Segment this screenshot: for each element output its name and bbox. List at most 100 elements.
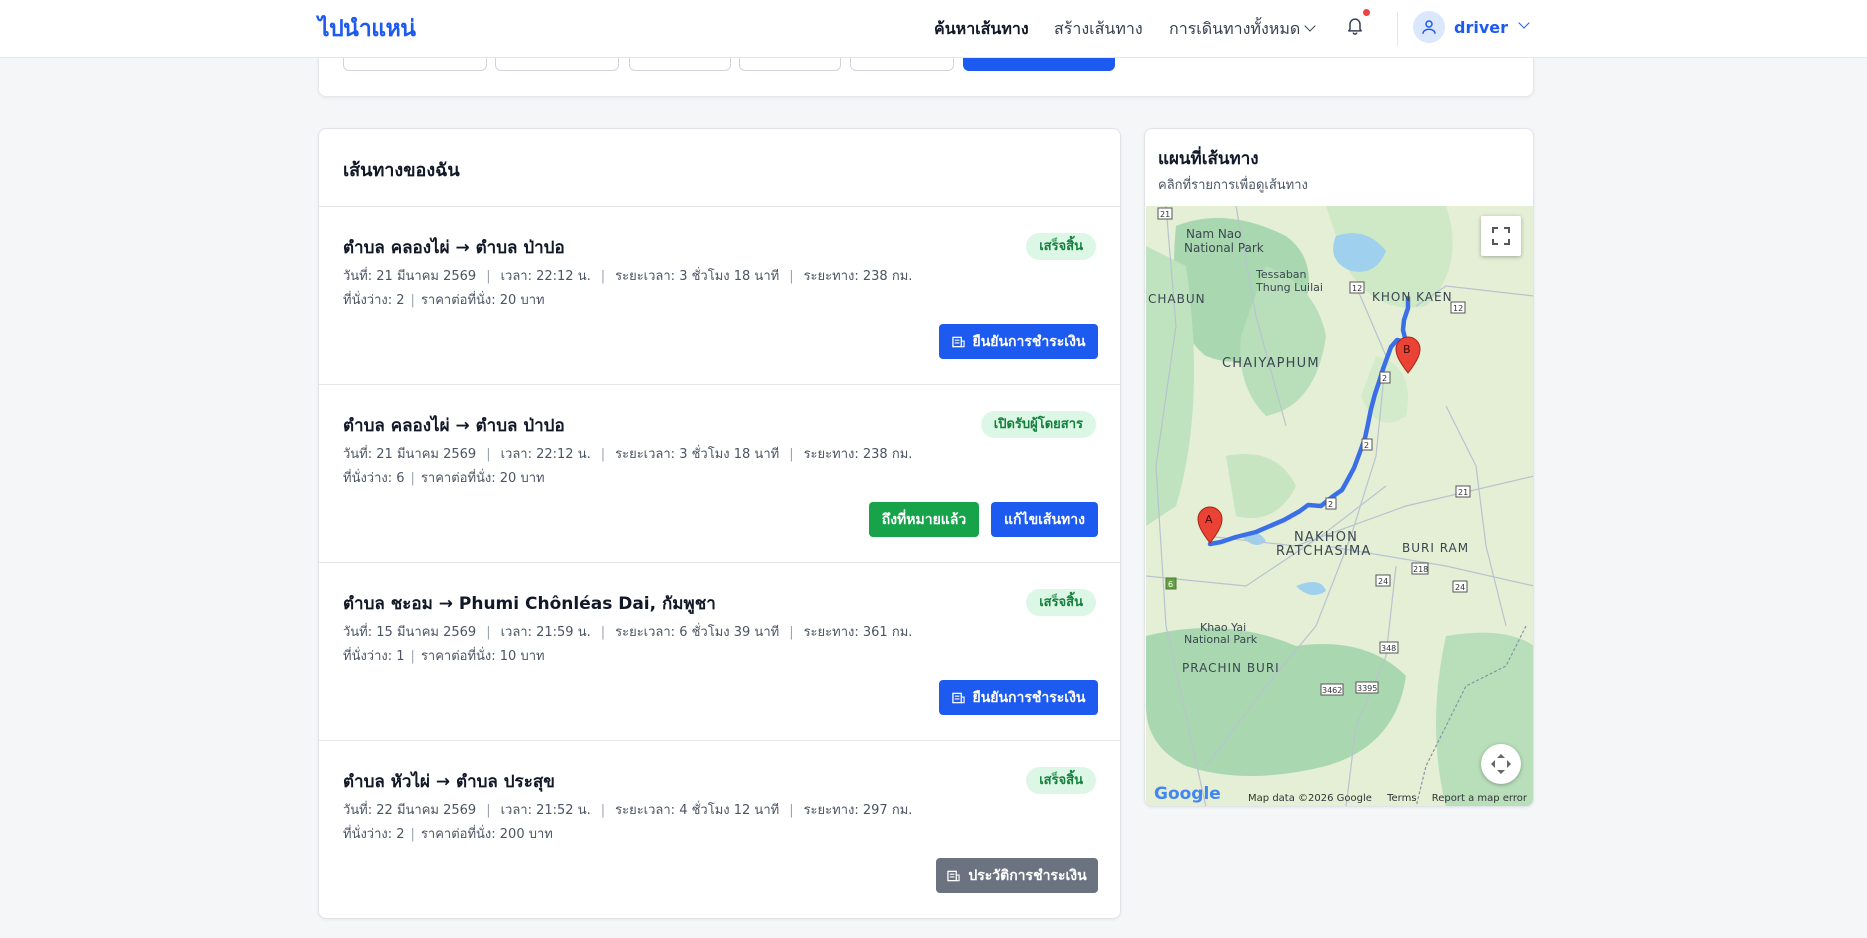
svg-text:24: 24 xyxy=(1378,577,1388,586)
svg-text:12: 12 xyxy=(1453,304,1463,313)
edit-route-button[interactable]: แก้ไขเส้นทาง xyxy=(991,502,1098,537)
route-distance: ระยะทาง: 238 กม. xyxy=(803,269,913,284)
status-badge: เปิดรับผู้โดยสาร xyxy=(980,411,1096,438)
route-item[interactable]: ตำบล คลองไผ่ → ตำบล ป่าปอ เปิดรับผู้โดยส… xyxy=(319,385,1120,563)
map-data-attribution: Map data ©2026 Google xyxy=(1248,793,1372,804)
marker-a-label: A xyxy=(1205,513,1213,526)
route-map-panel: แผนที่เส้นทาง คลิกที่รายการเพื่อดูเส้นทา… xyxy=(1144,128,1534,807)
route-date: วันที่: 15 มีนาคม 2569 xyxy=(343,625,477,640)
svg-text:24: 24 xyxy=(1455,583,1465,592)
label-tessaban: Tessaban xyxy=(1255,268,1307,281)
google-logo-text: Google xyxy=(1154,784,1221,804)
map-terms-link[interactable]: Terms xyxy=(1387,793,1416,804)
route-seats: ที่นั่งว่าง: 1 xyxy=(343,649,405,664)
route-seats: ที่นั่งว่าง: 2 xyxy=(343,827,405,842)
nav-search-routes[interactable]: ค้นหาเส้นทาง xyxy=(934,17,1029,42)
status-badge: เสร็จสิ้น xyxy=(1026,233,1096,260)
top-navbar: ไปนำแหน่ ค้นหาเส้นทาง สร้างเส้นทาง การเด… xyxy=(0,0,1867,58)
label-khao-yai-park: National Park xyxy=(1184,633,1258,646)
route-meta: วันที่: 21 มีนาคม 2569 | เวลา: 22:12 น. | ระ… xyxy=(343,269,913,284)
route-time: เวลา: 21:59 น. xyxy=(500,625,591,640)
chevron-down-icon xyxy=(1518,17,1530,29)
route-distance: ระยะทาง: 361 กม. xyxy=(803,625,913,640)
notification-dot xyxy=(1363,9,1370,16)
nav-all-trips-label: การเดินทางทั้งหมด xyxy=(1169,19,1301,38)
route-seats: ที่นั่งว่าง: 2 xyxy=(343,293,405,308)
arrived-button[interactable]: ถึงที่หมายแล้ว xyxy=(869,502,979,537)
google-logo[interactable]: Google xyxy=(1154,784,1221,804)
route-distance: ระยะทาง: 297 กม. xyxy=(803,803,913,818)
label-khon-kaen: KHON KAEN xyxy=(1372,290,1453,304)
svg-text:21: 21 xyxy=(1160,210,1170,219)
app-logo[interactable]: ไปนำแหน่ xyxy=(318,11,416,47)
route-time: เวลา: 22:12 น. xyxy=(500,269,591,284)
nav-divider xyxy=(1397,12,1398,46)
label-chaiyaphum: CHAIYAPHUM xyxy=(1222,356,1320,371)
route-title: ตำบล ชะอม → Phumi Chônléas Dai, กัมพูชา xyxy=(343,594,716,614)
fullscreen-button[interactable] xyxy=(1481,216,1521,256)
map-footer: Map data ©2026 Google Terms Report a map… xyxy=(1236,793,1527,804)
route-price: ราคาต่อที่นั่ง: 20 บาท xyxy=(420,293,545,308)
my-routes-panel: เส้นทางของฉัน ตำบล คลองไผ่ → ตำบล ป่าปอ … xyxy=(318,128,1121,919)
route-price: ราคาต่อที่นั่ง: 20 บาท xyxy=(420,471,545,486)
route-time: เวลา: 21:52 น. xyxy=(500,803,591,818)
user-name: driver xyxy=(1454,17,1508,37)
receipt-icon xyxy=(951,336,965,347)
label-national-park: National Park xyxy=(1184,241,1264,255)
map-subtitle: คลิกที่รายการเพื่อดูเส้นทาง xyxy=(1158,178,1308,193)
bell-icon[interactable] xyxy=(1345,13,1365,37)
route-time: เวลา: 22:12 น. xyxy=(500,447,591,462)
label-chabun: CHABUN xyxy=(1148,292,1206,306)
payment-history-label: ประวัติการชำระเงิน xyxy=(968,867,1087,884)
label-thung-luilai: Thung Luilai xyxy=(1255,281,1323,294)
confirm-payment-button[interactable]: ยืนยันการชำระเงิน xyxy=(939,680,1098,715)
confirm-payment-label: ยืนยันการชำระเงิน xyxy=(972,333,1086,350)
route-meta-seats: ที่นั่งว่าง: 1 | ราคาต่อที่นั่ง: 10 บาท xyxy=(343,649,545,664)
route-map[interactable]: 21 12 12 2 2 2 24 218 24 348 6 3462 3395… xyxy=(1146,206,1534,807)
svg-text:6: 6 xyxy=(1168,580,1173,589)
route-meta: วันที่: 15 มีนาคม 2569 | เวลา: 21:59 น. | ระ… xyxy=(343,625,913,640)
route-date: วันที่: 21 มีนาคม 2569 xyxy=(343,269,477,284)
nav-all-trips[interactable]: การเดินทางทั้งหมด xyxy=(1169,17,1316,42)
user-icon xyxy=(1422,20,1436,34)
user-menu[interactable]: driver xyxy=(1413,10,1530,44)
route-duration: ระยะเวลา: 3 ชั่วโมง 18 นาที xyxy=(615,447,780,462)
label-prachin-buri: PRACHIN BURI xyxy=(1182,661,1280,675)
map-title: แผนที่เส้นทาง xyxy=(1158,149,1259,169)
svg-text:3395: 3395 xyxy=(1357,684,1377,693)
payment-history-button[interactable]: ประวัติการชำระเงิน xyxy=(936,858,1098,893)
route-item[interactable]: ตำบล หัวไผ่ → ตำบล ประสุข เสร็จสิ้น วันท… xyxy=(319,741,1120,919)
route-seats: ที่นั่งว่าง: 6 xyxy=(343,471,405,486)
confirm-payment-label: ยืนยันการชำระเงิน xyxy=(972,689,1086,706)
route-item[interactable]: ตำบล คลองไผ่ → ตำบล ป่าปอ เสร็จสิ้น วันท… xyxy=(319,207,1120,385)
svg-text:2: 2 xyxy=(1382,374,1387,383)
chevron-down-icon xyxy=(1304,20,1316,32)
avatar xyxy=(1413,11,1445,43)
status-badge: เสร็จสิ้น xyxy=(1026,589,1096,616)
route-meta-seats: ที่นั่งว่าง: 2 | ราคาต่อที่นั่ง: 200 บาท xyxy=(343,827,553,842)
route-title: ตำบล คลองไผ่ → ตำบล ป่าปอ xyxy=(343,416,565,436)
marker-b-label: B xyxy=(1403,343,1411,356)
route-price: ราคาต่อที่นั่ง: 200 บาท xyxy=(420,827,553,842)
svg-text:348: 348 xyxy=(1381,644,1396,653)
map-camera-control[interactable] xyxy=(1481,744,1521,784)
label-buri-ram: BURI RAM xyxy=(1402,541,1469,555)
route-duration: ระยะเวลา: 3 ชั่วโมง 18 นาที xyxy=(615,269,780,284)
confirm-payment-button[interactable]: ยืนยันการชำระเงิน xyxy=(939,324,1098,359)
route-duration: ระยะเวลา: 6 ชั่วโมง 39 นาที xyxy=(615,625,780,640)
svg-text:2: 2 xyxy=(1328,500,1333,509)
route-meta: วันที่: 22 มีนาคม 2569 | เวลา: 21:52 น. | ระ… xyxy=(343,803,913,818)
route-meta-seats: ที่นั่งว่าง: 2 | ราคาต่อที่นั่ง: 20 บาท xyxy=(343,293,545,308)
routes-header: เส้นทางของฉัน xyxy=(319,129,1120,207)
route-distance: ระยะทาง: 238 กม. xyxy=(803,447,913,462)
route-date: วันที่: 22 มีนาคม 2569 xyxy=(343,803,477,818)
report-map-error-link[interactable]: Report a map error xyxy=(1432,793,1527,804)
receipt-icon xyxy=(951,692,965,703)
route-item[interactable]: ตำบล ชะอม → Phumi Chônléas Dai, กัมพูชา … xyxy=(319,563,1120,741)
route-duration: ระยะเวลา: 4 ชั่วโมง 12 นาที xyxy=(615,803,780,818)
route-title: ตำบล คลองไผ่ → ตำบล ป่าปอ xyxy=(343,238,565,258)
fullscreen-icon xyxy=(1492,227,1510,245)
nav-create-route[interactable]: สร้างเส้นทาง xyxy=(1054,17,1143,42)
svg-text:2: 2 xyxy=(1364,441,1369,450)
svg-text:218: 218 xyxy=(1413,565,1428,574)
